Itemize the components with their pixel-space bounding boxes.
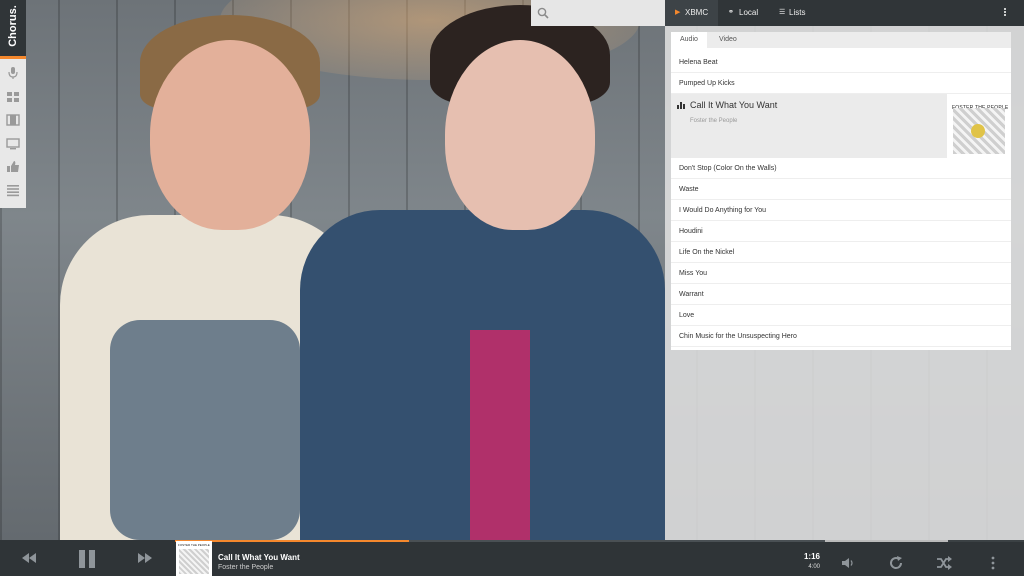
search-icon: [537, 7, 549, 19]
volume-icon: [842, 558, 853, 568]
tab-video[interactable]: Video: [710, 32, 746, 48]
playlist-item[interactable]: I Would Do Anything for You: [671, 200, 1011, 221]
microphone-icon[interactable]: [6, 66, 20, 80]
pause-icon: [79, 550, 95, 568]
playlist-icon[interactable]: [6, 183, 20, 197]
elapsed-time: 1:16: [803, 552, 820, 561]
repeat-button[interactable]: [888, 555, 908, 575]
tab-lists-label: Lists: [789, 8, 806, 17]
thumbs-up-icon[interactable]: [6, 160, 20, 174]
person-right-shirt: [470, 330, 530, 540]
now-playing-bars-icon: [677, 102, 686, 109]
now-playing-title: Call It What You Want: [218, 553, 300, 562]
playlist-item[interactable]: Life On the Nickel: [671, 242, 1011, 263]
play-icon: ▶: [675, 9, 681, 16]
tab-xbmc[interactable]: ▶ XBMC: [665, 0, 718, 26]
previous-button[interactable]: [20, 549, 40, 569]
person-right-head: [445, 40, 595, 230]
playlist-item[interactable]: Waste: [671, 179, 1011, 200]
rewind-icon: [22, 553, 36, 563]
now-playing-artist: Foster the People: [218, 564, 274, 571]
thumbnail-illustration: [179, 549, 209, 574]
tab-xbmc-label: XBMC: [685, 8, 709, 17]
tab-audio[interactable]: Audio: [671, 32, 707, 48]
total-time: 4:00: [808, 564, 820, 570]
list-icon: ☰: [779, 9, 786, 16]
track-artist: Foster the People: [690, 118, 738, 124]
playlist-item-now-playing[interactable]: Call It What You Want Foster the People …: [671, 94, 1011, 158]
playlist-item[interactable]: Don't Stop (Color On the Walls): [671, 158, 1011, 179]
shuffle-button[interactable]: [936, 556, 956, 576]
person-left-head: [150, 40, 310, 230]
repeat-icon: [890, 556, 903, 569]
headphones-icon: ⚭: [728, 9, 734, 16]
left-sidebar: Chorus.: [0, 0, 26, 208]
pause-button[interactable]: [77, 549, 97, 569]
playlist-item[interactable]: Houdini: [671, 221, 1011, 242]
chorus-logo[interactable]: Chorus.: [0, 0, 26, 59]
fast-forward-icon: [138, 553, 152, 563]
album-art-sun: [971, 124, 985, 138]
playlist-type-tabs: Audio Video: [671, 32, 1011, 48]
tab-local-label: Local: [739, 8, 759, 17]
mute-button[interactable]: [841, 556, 861, 576]
playlist-item[interactable]: Warrant: [671, 284, 1011, 305]
playlist-item[interactable]: Chin Music for the Unsuspecting Hero: [671, 326, 1011, 347]
tab-lists[interactable]: ☰ Lists: [770, 0, 820, 26]
thumbnail-art-text: FOSTER THE PEOPLE: [178, 543, 210, 547]
tab-local[interactable]: ⚭ Local: [718, 0, 768, 26]
player-menu-icon[interactable]: [988, 556, 998, 576]
now-playing-thumbnail[interactable]: FOSTER THE PEOPLE: [176, 541, 212, 576]
playlist-panel: Audio Video Helena Beat Pumped Up Kicks …: [671, 32, 1011, 350]
logo-text: Chorus.: [7, 5, 19, 47]
shuffle-icon: [937, 556, 952, 570]
albums-grid-icon[interactable]: [6, 90, 20, 104]
tv-icon[interactable]: [6, 137, 20, 151]
movies-film-icon[interactable]: [6, 113, 20, 127]
volume-fill[interactable]: [825, 540, 948, 542]
search-input[interactable]: [531, 0, 665, 26]
playlist-item[interactable]: Miss You: [671, 263, 1011, 284]
more-menu-icon[interactable]: [1000, 7, 1010, 21]
playlist-item[interactable]: Love: [671, 305, 1011, 326]
track-title: Call It What You Want: [690, 100, 778, 110]
playlist-item[interactable]: Pumped Up Kicks: [671, 73, 1011, 94]
shirt-print: [110, 320, 300, 540]
playlist-item[interactable]: Helena Beat: [671, 52, 1011, 73]
next-button[interactable]: [136, 549, 156, 569]
album-thumbnail[interactable]: FOSTER THE PEOPLE: [947, 94, 1011, 158]
